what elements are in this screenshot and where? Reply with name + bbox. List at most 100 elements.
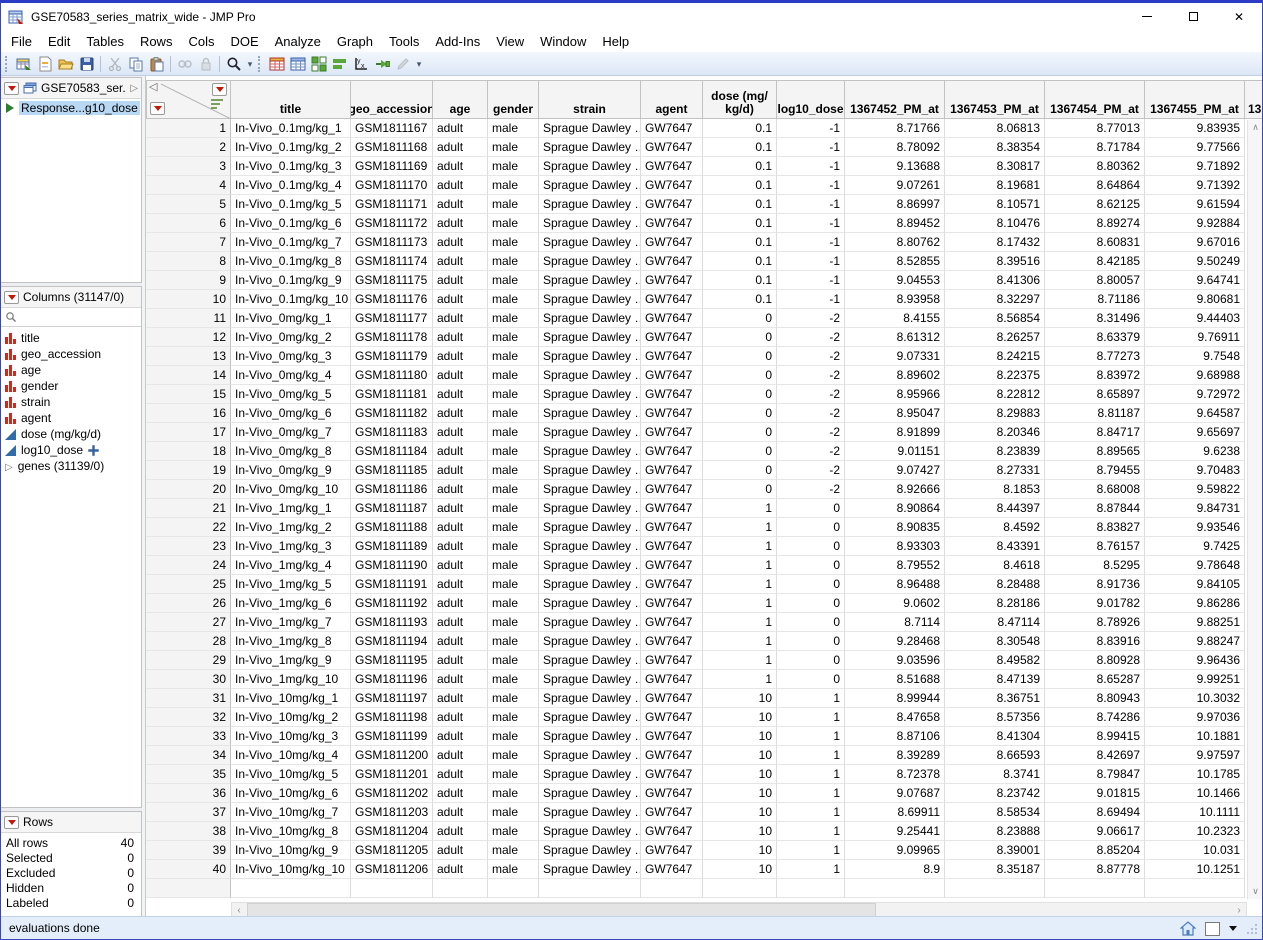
row-number[interactable]: 30	[146, 670, 231, 689]
table-cell[interactable]: 8.93958	[845, 290, 945, 309]
table-cell[interactable]: 10	[703, 765, 777, 784]
table-cell[interactable]: 8.43391	[945, 537, 1045, 556]
open-icon[interactable]	[55, 53, 76, 74]
table-cell[interactable]: 9.78648	[1145, 556, 1245, 575]
table-cell[interactable]: 8.65287	[1045, 670, 1145, 689]
table-cell[interactable]: GW7647	[641, 860, 703, 879]
table-cell[interactable]: male	[488, 746, 539, 765]
table-cell[interactable]: GW7647	[641, 290, 703, 309]
table-cell[interactable]: GSM1811179	[351, 347, 433, 366]
scroll-right-icon[interactable]: ›	[1232, 903, 1246, 917]
table-cell[interactable]: 8.23742	[945, 784, 1045, 803]
row-number[interactable]: 33	[146, 727, 231, 746]
table-cell[interactable]: male	[488, 347, 539, 366]
table-cell[interactable]: 1	[703, 594, 777, 613]
table-cell[interactable]: 8.06813	[945, 119, 1045, 138]
table-cell[interactable]: adult	[433, 803, 488, 822]
table-cell[interactable]: 9.0602	[845, 594, 945, 613]
table-cell[interactable]: GW7647	[641, 670, 703, 689]
table-cell[interactable]: 8.23888	[945, 822, 1045, 841]
data-table-icon[interactable]	[266, 53, 287, 74]
table-script-item[interactable]: Response...g10_dose	[1, 99, 141, 115]
table-cell[interactable]: 0	[703, 461, 777, 480]
table-cell[interactable]: male	[488, 233, 539, 252]
table-cell[interactable]	[231, 879, 351, 898]
table-cell[interactable]: GSM1811170	[351, 176, 433, 195]
columns-red-triangle-menu[interactable]	[4, 291, 19, 304]
table-cell[interactable]: male	[488, 252, 539, 271]
table-cell[interactable]: Sprague Dawley …	[539, 309, 641, 328]
menu-tools[interactable]: Tools	[381, 32, 427, 51]
table-cell[interactable]: 8.20346	[945, 423, 1045, 442]
table-cell[interactable]: 8.87844	[1045, 499, 1145, 518]
table-cell[interactable]: In-Vivo_0.1mg/kg_8	[231, 252, 351, 271]
minimize-button[interactable]	[1124, 3, 1170, 30]
table-cell[interactable]: GW7647	[641, 575, 703, 594]
table-cell[interactable]: male	[488, 138, 539, 157]
table-cell[interactable]: 8.68008	[1045, 480, 1145, 499]
table-cell[interactable]: 8.56854	[945, 309, 1045, 328]
table-cell[interactable]: GSM1811197	[351, 689, 433, 708]
table-cell[interactable]: GSM1811181	[351, 385, 433, 404]
table-cell[interactable]: 8.89565	[1045, 442, 1145, 461]
row-number[interactable]: 12	[146, 328, 231, 347]
scroll-up-icon[interactable]: ∧	[1248, 120, 1263, 135]
table-cell[interactable]: Sprague Dawley …	[539, 290, 641, 309]
table-cell[interactable]: 8.24215	[945, 347, 1045, 366]
table-cell[interactable]: 8.87106	[845, 727, 945, 746]
table-cell[interactable]: 8.23839	[945, 442, 1045, 461]
table-cell[interactable]: GSM1811175	[351, 271, 433, 290]
table-cell[interactable]: male	[488, 366, 539, 385]
table-cell[interactable]: In-Vivo_10mg/kg_4	[231, 746, 351, 765]
table-cell[interactable]: adult	[433, 442, 488, 461]
table-cell[interactable]: 0	[777, 556, 845, 575]
column-header-log10-dose[interactable]: log10_dose	[777, 80, 845, 119]
table-cell[interactable]: -1	[777, 119, 845, 138]
table-cell[interactable]: GSM1811199	[351, 727, 433, 746]
table-cell[interactable]: GSM1811194	[351, 632, 433, 651]
table-cell[interactable]: 8.1853	[945, 480, 1045, 499]
table-cell[interactable]: GW7647	[641, 727, 703, 746]
table-cell[interactable]: 9.6238	[1145, 442, 1245, 461]
table-cell[interactable]: 8.47114	[945, 613, 1045, 632]
table-cell[interactable]: 8.47658	[845, 708, 945, 727]
table-cell[interactable]: male	[488, 328, 539, 347]
table-cell[interactable]: GW7647	[641, 594, 703, 613]
table-cell[interactable]: 10.3032	[1145, 689, 1245, 708]
table-cell[interactable]: 0	[703, 328, 777, 347]
table-cell[interactable]: 8.42185	[1045, 252, 1145, 271]
menu-rows[interactable]: Rows	[132, 32, 181, 51]
table-cell[interactable]: GSM1811205	[351, 841, 433, 860]
table-cell[interactable]: Sprague Dawley …	[539, 328, 641, 347]
menu-cols[interactable]: Cols	[180, 32, 222, 51]
table-cell[interactable]: GSM1811168	[351, 138, 433, 157]
row-number[interactable]	[146, 879, 231, 898]
table-cell[interactable]: 8.95047	[845, 404, 945, 423]
table-cell[interactable]: Sprague Dawley …	[539, 765, 641, 784]
script-item-label[interactable]: Response...g10_dose	[19, 101, 140, 115]
table-cell[interactable]: 1	[777, 689, 845, 708]
table-cell[interactable]: 8.10476	[945, 214, 1045, 233]
table-cell[interactable]: 9.7425	[1145, 537, 1245, 556]
menu-file[interactable]: File	[3, 32, 40, 51]
rows-stat-selected[interactable]: Selected0	[1, 850, 141, 865]
table-cell[interactable]: 9.84731	[1145, 499, 1245, 518]
table-cell[interactable]: GSM1811178	[351, 328, 433, 347]
menu-add-ins[interactable]: Add-Ins	[427, 32, 488, 51]
table-cell[interactable]: GW7647	[641, 708, 703, 727]
table-cell[interactable]: adult	[433, 670, 488, 689]
column-item-log10-dose[interactable]: log10_dose	[1, 442, 141, 458]
table-cell[interactable]: GW7647	[641, 822, 703, 841]
column-item-title[interactable]: title	[1, 330, 141, 346]
column-header-strain[interactable]: strain	[539, 80, 641, 119]
table-cell[interactable]	[703, 879, 777, 898]
table-cell[interactable]: GSM1811193	[351, 613, 433, 632]
table-cell[interactable]: 8.64864	[1045, 176, 1145, 195]
column-item-dose-mg-kg-d[interactable]: dose (mg/kg/d)	[1, 426, 141, 442]
table-cell[interactable]: GW7647	[641, 746, 703, 765]
table-cell[interactable]: 9.06617	[1045, 822, 1145, 841]
table-cell[interactable]: 1	[777, 727, 845, 746]
table-cell[interactable]: 8.99415	[1045, 727, 1145, 746]
table-cell[interactable]: -2	[777, 366, 845, 385]
table-cell[interactable]: 8.57356	[945, 708, 1045, 727]
